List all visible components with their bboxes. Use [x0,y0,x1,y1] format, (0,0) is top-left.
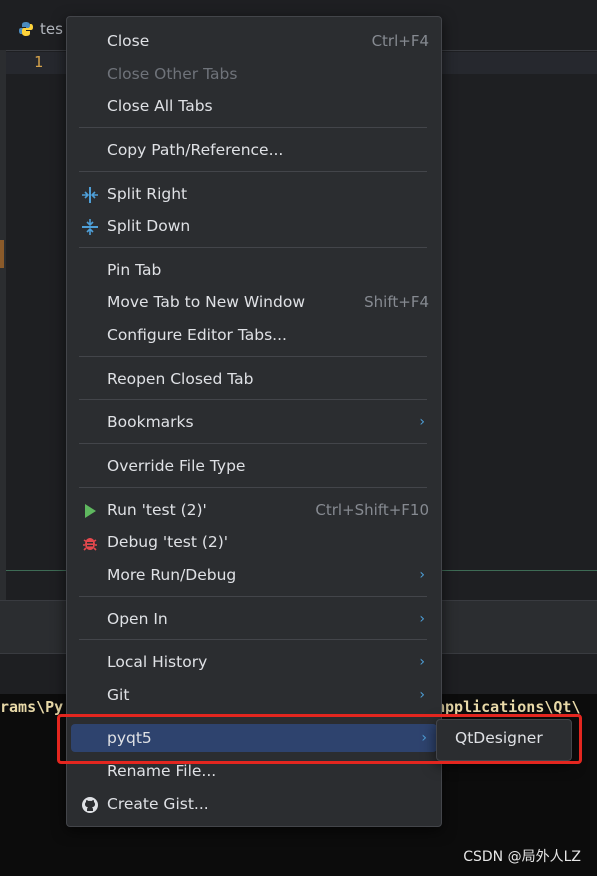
terminal-text-left: rams\Py [0,698,64,716]
menu-item-local-history[interactable]: Local History › [73,648,435,676]
menu-item-split-right[interactable]: Split Right [73,180,435,208]
menu-item-label: Split Right [107,185,188,203]
menu-separator [79,443,427,444]
menu-item-git[interactable]: Git › [73,681,435,709]
menu-item-pin-tab[interactable]: Pin Tab [73,256,435,284]
menu-item-label: Reopen Closed Tab [107,370,254,388]
menu-item-label: Debug 'test (2)' [107,533,229,551]
debug-icon [83,538,97,551]
menu-item-label: Override File Type [107,457,246,475]
menu-item-label: Local History [107,653,208,671]
menu-item-close-other-tabs: Close Other Tabs [73,60,435,88]
menu-item-label: Create Gist... [107,795,209,813]
menu-item-label: Copy Path/Reference... [107,141,284,159]
menu-item-label: Move Tab to New Window [107,293,305,311]
tab-context-menu: Close Ctrl+F4 Close Other Tabs Close All… [66,16,442,827]
gutter-mark [0,240,4,268]
chevron-right-icon: › [419,414,425,430]
python-file-icon [19,22,33,36]
menu-item-more-run-debug[interactable]: More Run/Debug › [73,561,435,589]
menu-separator [79,171,427,172]
annotation-highlight-box [57,714,582,764]
run-icon [85,504,96,518]
menu-item-label: Run 'test (2)' [107,501,207,519]
menu-item-label: Close [107,32,150,50]
menu-separator [79,356,427,357]
menu-item-label: More Run/Debug [107,566,237,584]
menu-item-copy-path[interactable]: Copy Path/Reference... [73,136,435,164]
menu-item-label: Rename File... [107,762,217,780]
menu-separator [79,247,427,248]
menu-item-reopen-closed-tab[interactable]: Reopen Closed Tab [73,365,435,393]
menu-item-label: Close Other Tabs [107,65,238,83]
github-icon [82,797,98,813]
editor-tab-title: tes [40,20,63,38]
menu-item-override-file-type[interactable]: Override File Type [73,452,435,480]
menu-item-open-in[interactable]: Open In › [73,605,435,633]
menu-separator [79,639,427,640]
menu-separator [79,399,427,400]
editor-tab[interactable]: tes [18,12,63,46]
menu-item-bookmarks[interactable]: Bookmarks › [73,408,435,436]
menu-item-close-all-tabs[interactable]: Close All Tabs [73,92,435,120]
menu-item-close[interactable]: Close Ctrl+F4 [73,27,435,55]
menu-separator [79,487,427,488]
line-number: 1 [34,53,44,71]
editor-left-stripe [0,50,6,600]
menu-item-label: Pin Tab [107,261,162,279]
menu-item-shortcut: Shift+F4 [364,293,429,311]
chevron-right-icon: › [419,567,425,583]
split-down-icon [82,219,98,235]
menu-item-split-down[interactable]: Split Down [73,212,435,240]
menu-item-label: Configure Editor Tabs... [107,326,287,344]
menu-item-shortcut: Ctrl+Shift+F10 [315,501,429,519]
menu-item-configure-tabs[interactable]: Configure Editor Tabs... [73,321,435,349]
chevron-right-icon: › [419,611,425,627]
chevron-right-icon: › [419,654,425,670]
menu-item-label: Split Down [107,217,191,235]
menu-separator [79,596,427,597]
menu-item-shortcut: Ctrl+F4 [371,32,429,50]
menu-item-label: Close All Tabs [107,97,213,115]
menu-item-create-gist[interactable]: Create Gist... [73,790,435,818]
menu-item-debug[interactable]: Debug 'test (2)' [73,528,435,556]
split-right-icon [82,187,98,203]
watermark: CSDN @局外人LZ [463,849,581,865]
menu-separator [79,127,427,128]
menu-item-move-tab[interactable]: Move Tab to New Window Shift+F4 [73,288,435,316]
menu-item-run[interactable]: Run 'test (2)' Ctrl+Shift+F10 [73,496,435,524]
menu-item-label: Open In [107,610,168,628]
chevron-right-icon: › [419,687,425,703]
menu-item-label: Bookmarks [107,413,194,431]
menu-item-label: Git [107,686,130,704]
